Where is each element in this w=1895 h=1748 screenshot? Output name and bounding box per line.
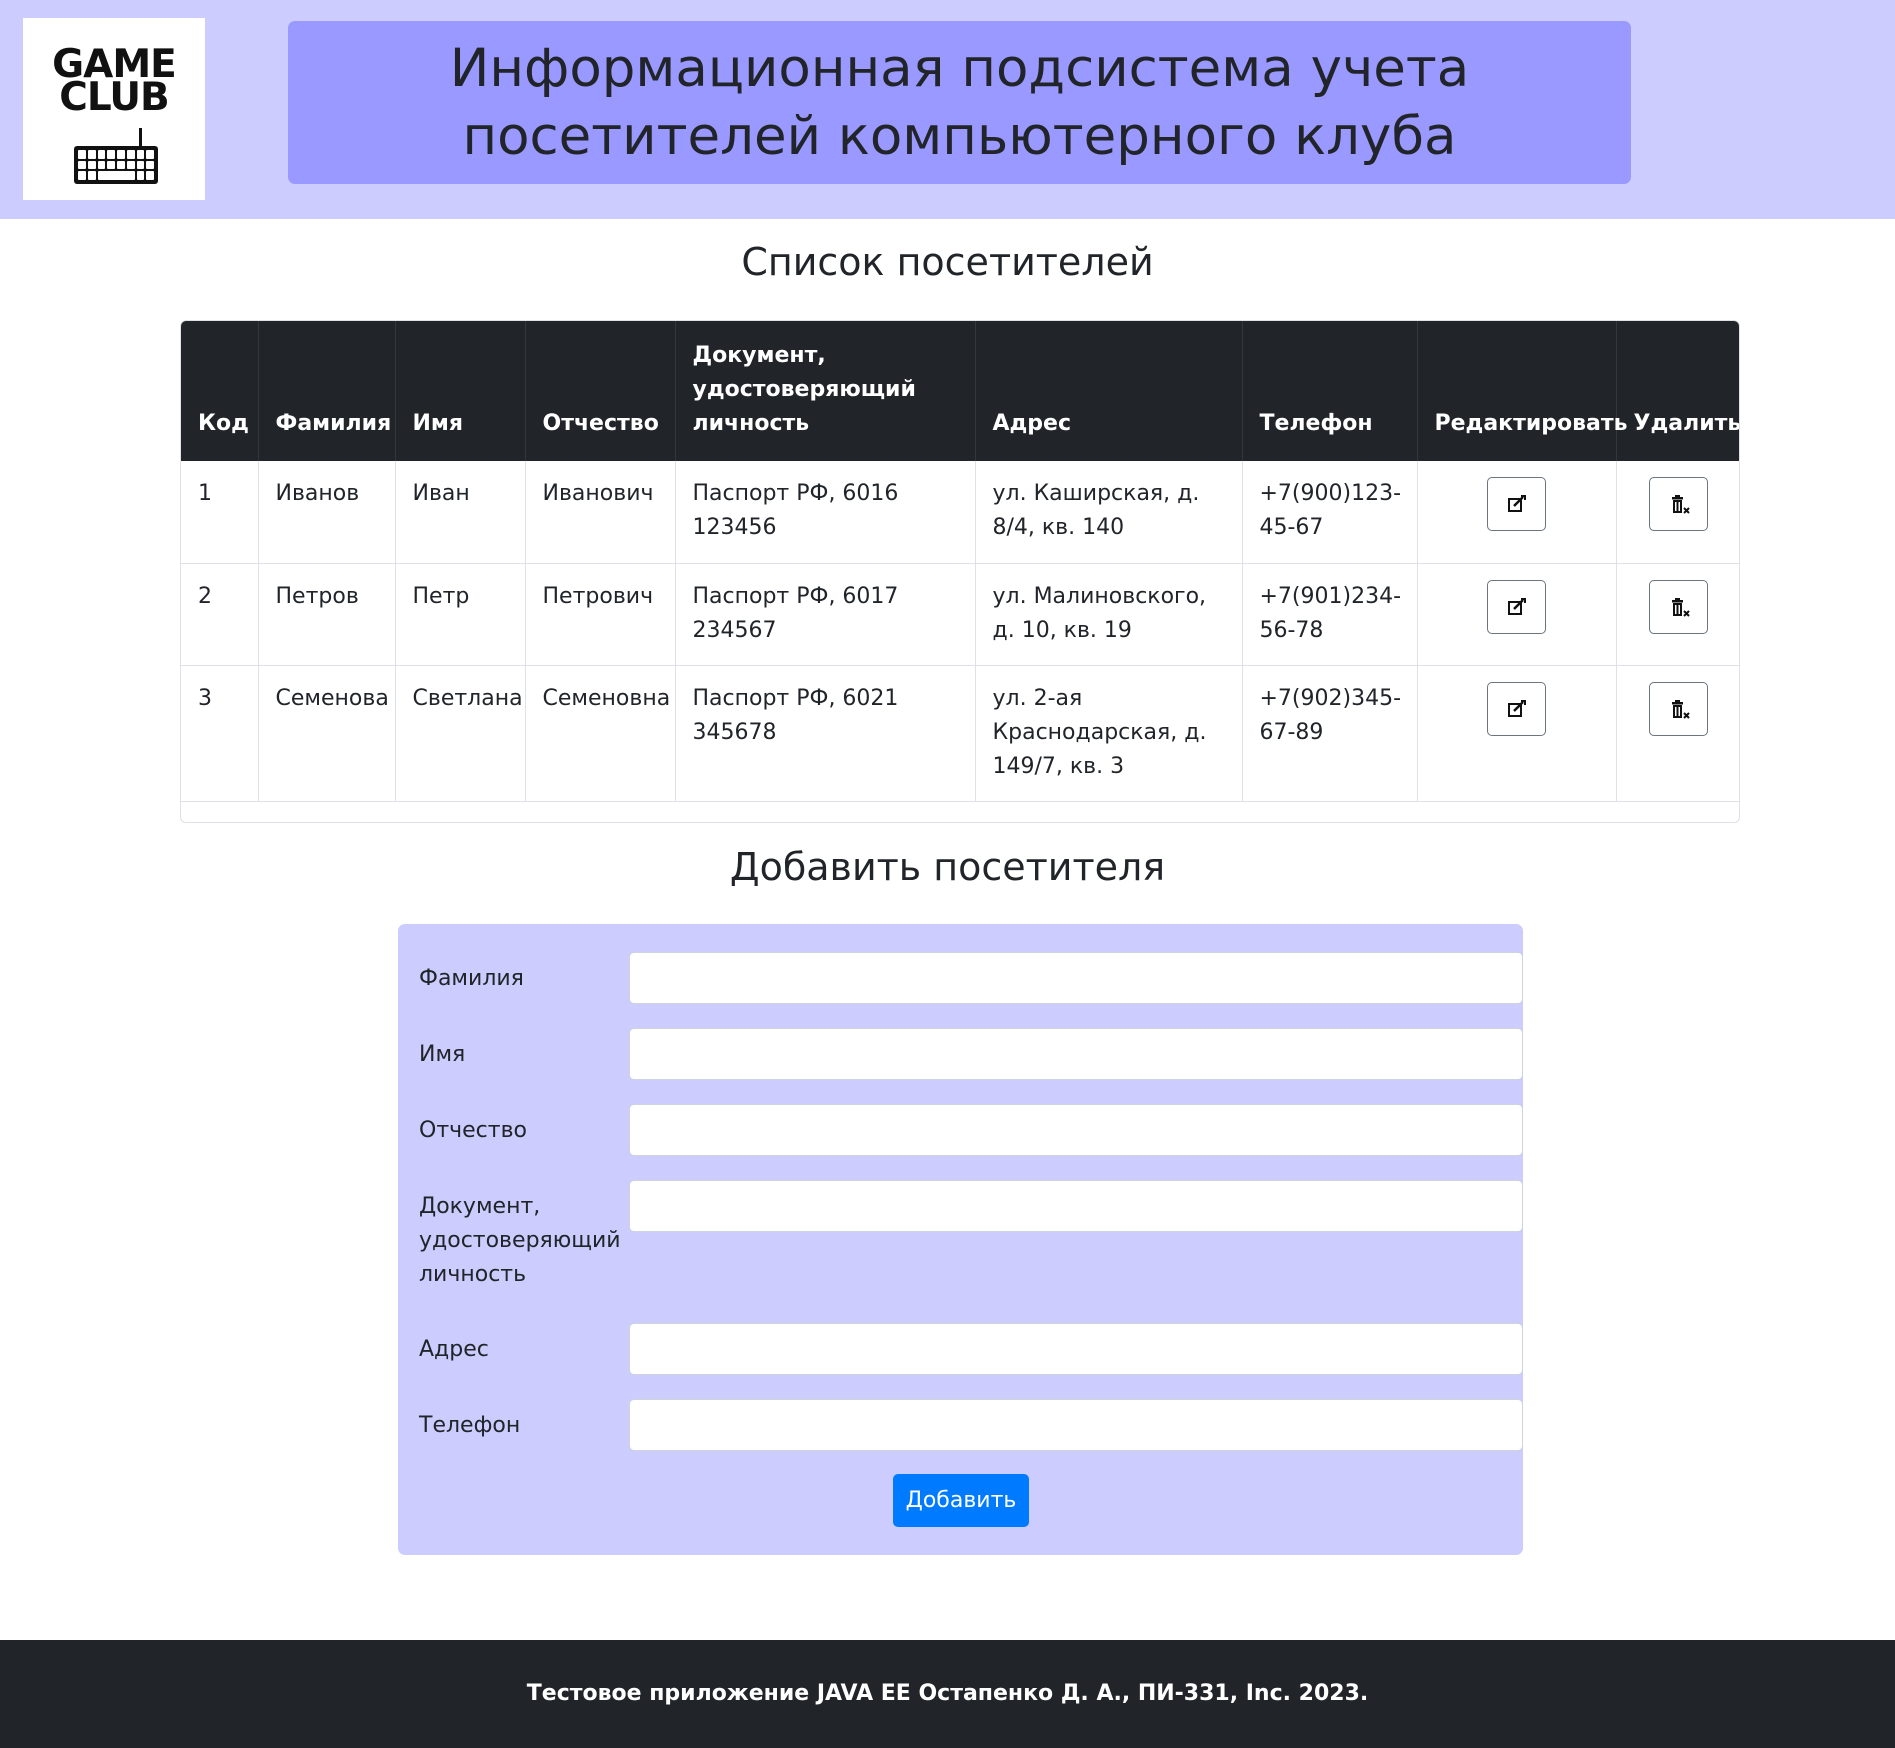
edit-icon xyxy=(1508,495,1526,512)
table-row: 3 Семенова Светлана Семеновна Паспорт РФ… xyxy=(181,665,1739,802)
cell-patronymic: Иванович xyxy=(525,461,676,564)
cell-address: ул. 2-ая Краснодарская, д. 149/7, кв. 3 xyxy=(975,665,1243,802)
cell-surname: Петров xyxy=(258,563,396,666)
page-title-banner: Информационная подсистема учета посетите… xyxy=(288,21,1631,184)
cell-document: Паспорт РФ, 6021 345678 xyxy=(675,665,976,802)
page-title: Информационная подсистема учета посетите… xyxy=(449,37,1470,167)
address-label: Адрес xyxy=(419,1337,489,1362)
patronymic-input[interactable] xyxy=(629,1104,1523,1156)
column-header-name: Имя xyxy=(395,321,526,461)
cell-delete xyxy=(1616,665,1739,802)
trash-icon xyxy=(1672,597,1690,617)
cell-phone: +7(900)123-45-67 xyxy=(1242,461,1418,564)
cell-document: Паспорт РФ, 6016 123456 xyxy=(675,461,976,564)
column-header-edit: Редактировать xyxy=(1417,321,1628,461)
cell-document: Паспорт РФ, 6017 234567 xyxy=(675,563,976,666)
phone-label: Телефон xyxy=(419,1413,521,1438)
edit-button[interactable] xyxy=(1487,579,1546,634)
column-header-code: Код xyxy=(181,321,259,461)
trash-icon xyxy=(1672,495,1690,514)
cell-delete xyxy=(1616,563,1739,666)
visitors-list-title: Список посетителей xyxy=(741,240,1154,284)
surname-label: Фамилия xyxy=(419,966,524,991)
add-visitor-form: Фамилия Имя Отчество Документ, удостовер… xyxy=(398,924,1523,1555)
cell-edit xyxy=(1417,665,1617,802)
column-header-patronymic: Отчество xyxy=(525,321,676,461)
edit-icon xyxy=(1508,699,1526,717)
cell-name: Светлана xyxy=(395,665,526,802)
cell-phone: +7(902)345-67-89 xyxy=(1242,665,1418,802)
cell-name: Петр xyxy=(395,563,526,666)
delete-button[interactable] xyxy=(1649,477,1708,531)
trash-icon xyxy=(1672,699,1690,719)
cell-code: 3 xyxy=(181,665,259,802)
cell-name: Иван xyxy=(395,461,526,564)
cell-edit xyxy=(1417,461,1617,564)
column-header-address: Адрес xyxy=(975,321,1243,461)
column-header-document: Документ, удостоверяющий личность xyxy=(675,321,976,461)
delete-button[interactable] xyxy=(1649,681,1708,736)
add-visitor-title: Добавить посетителя xyxy=(729,845,1166,889)
cell-delete xyxy=(1616,461,1739,564)
column-header-surname: Фамилия xyxy=(258,321,396,461)
column-header-phone: Телефон xyxy=(1242,321,1418,461)
cell-code: 1 xyxy=(181,461,259,564)
address-input[interactable] xyxy=(629,1323,1523,1375)
page-footer: Тестовое приложение JAVA EE Остапенко Д.… xyxy=(0,1640,1895,1748)
cell-phone: +7(901)234-56-78 xyxy=(1242,563,1418,666)
phone-input[interactable] xyxy=(629,1399,1523,1451)
page-header: GAME CLUB Информационная подсистема учет… xyxy=(0,0,1895,219)
visitors-table: Код Фамилия Имя Отчество Документ, удост… xyxy=(181,321,1739,802)
footer-text: Тестовое приложение JAVA EE Остапенко Д.… xyxy=(526,1681,1369,1706)
logo-text: GAME CLUB xyxy=(23,45,205,120)
cell-patronymic: Семеновна xyxy=(525,665,676,802)
column-header-delete: Удалить xyxy=(1616,321,1739,461)
game-club-logo: GAME CLUB xyxy=(23,18,205,200)
delete-button[interactable] xyxy=(1649,579,1708,634)
table-header-row: Код Фамилия Имя Отчество Документ, удост… xyxy=(181,321,1739,461)
keyboard-icon xyxy=(74,146,158,184)
table-row: 2 Петров Петр Петрович Паспорт РФ, 6017 … xyxy=(181,563,1739,666)
document-input[interactable] xyxy=(629,1180,1523,1232)
keyboard-cable-icon xyxy=(139,128,142,146)
edit-button[interactable] xyxy=(1487,477,1546,531)
patronymic-label: Отчество xyxy=(419,1118,528,1143)
name-label: Имя xyxy=(419,1042,466,1067)
document-label: Документ, удостоверяющий личность xyxy=(419,1194,621,1287)
cell-address: ул. Каширская, д. 8/4, кв. 140 xyxy=(975,461,1243,564)
cell-edit xyxy=(1417,563,1617,666)
edit-button[interactable] xyxy=(1487,681,1546,736)
logo-line-2: CLUB xyxy=(59,75,169,120)
cell-code: 2 xyxy=(181,563,259,666)
cell-address: ул. Малиновского, д. 10, кв. 19 xyxy=(975,563,1243,666)
surname-input[interactable] xyxy=(629,952,1523,1004)
cell-surname: Семенова xyxy=(258,665,396,802)
visitors-table-container: Код Фамилия Имя Отчество Документ, удост… xyxy=(180,320,1740,823)
cell-patronymic: Петрович xyxy=(525,563,676,666)
cell-surname: Иванов xyxy=(258,461,396,564)
edit-icon xyxy=(1508,597,1526,615)
name-input[interactable] xyxy=(629,1028,1523,1080)
add-visitor-button[interactable]: Добавить xyxy=(893,1474,1029,1527)
table-row: 1 Иванов Иван Иванович Паспорт РФ, 6016 … xyxy=(181,461,1739,564)
